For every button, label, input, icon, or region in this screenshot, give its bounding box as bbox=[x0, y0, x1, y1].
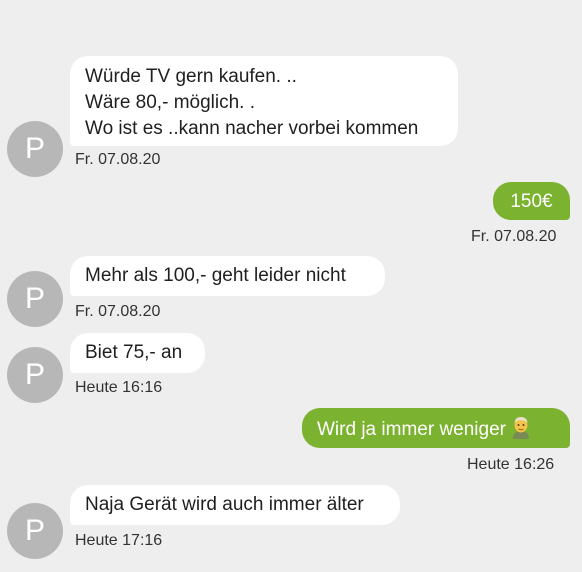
avatar[interactable]: P bbox=[7, 121, 63, 177]
message-timestamp: Fr. 07.08.20 bbox=[75, 303, 161, 320]
message-bubble-incoming[interactable]: Biet 75,- an bbox=[70, 333, 205, 373]
message-bubble-incoming[interactable]: Würde TV gern kaufen. .. Wäre 80,- mögli… bbox=[70, 56, 458, 146]
message-timestamp: Heute 17:16 bbox=[75, 532, 163, 549]
message-line: Würde TV gern kaufen. .. bbox=[85, 66, 297, 87]
message-content: Wird ja immer weniger bbox=[317, 415, 555, 443]
message-timestamp: Heute 16:16 bbox=[75, 379, 163, 396]
message-bubble-outgoing[interactable]: 150€ bbox=[493, 182, 570, 220]
avatar[interactable]: P bbox=[7, 347, 63, 403]
message-timestamp: Heute 16:26 bbox=[467, 456, 555, 473]
message-text: Naja Gerät wird auch immer älter bbox=[85, 494, 364, 515]
message-text: Mehr als 100,- geht leider nicht bbox=[85, 265, 346, 286]
avatar[interactable]: P bbox=[7, 503, 63, 559]
message-timestamp: Fr. 07.08.20 bbox=[75, 151, 161, 168]
message-text: Biet 75,- an bbox=[85, 342, 183, 363]
message-bubble-outgoing[interactable]: Wird ja immer weniger bbox=[302, 408, 570, 448]
message-line: Wäre 80,- möglich. . bbox=[85, 92, 255, 113]
message-timestamp: Fr. 07.08.20 bbox=[471, 228, 557, 245]
message-bubble-incoming[interactable]: Mehr als 100,- geht leider nicht bbox=[70, 256, 385, 296]
message-bubble-incoming[interactable]: Naja Gerät wird auch immer älter bbox=[70, 485, 400, 525]
older-man-emoji-icon bbox=[510, 415, 532, 439]
avatar[interactable]: P bbox=[7, 271, 63, 327]
message-text: 150€ bbox=[510, 191, 553, 212]
message-text: Wird ja immer weniger bbox=[317, 419, 506, 440]
message-line: Wo ist es ..kann nacher vorbei kommen bbox=[85, 118, 419, 139]
